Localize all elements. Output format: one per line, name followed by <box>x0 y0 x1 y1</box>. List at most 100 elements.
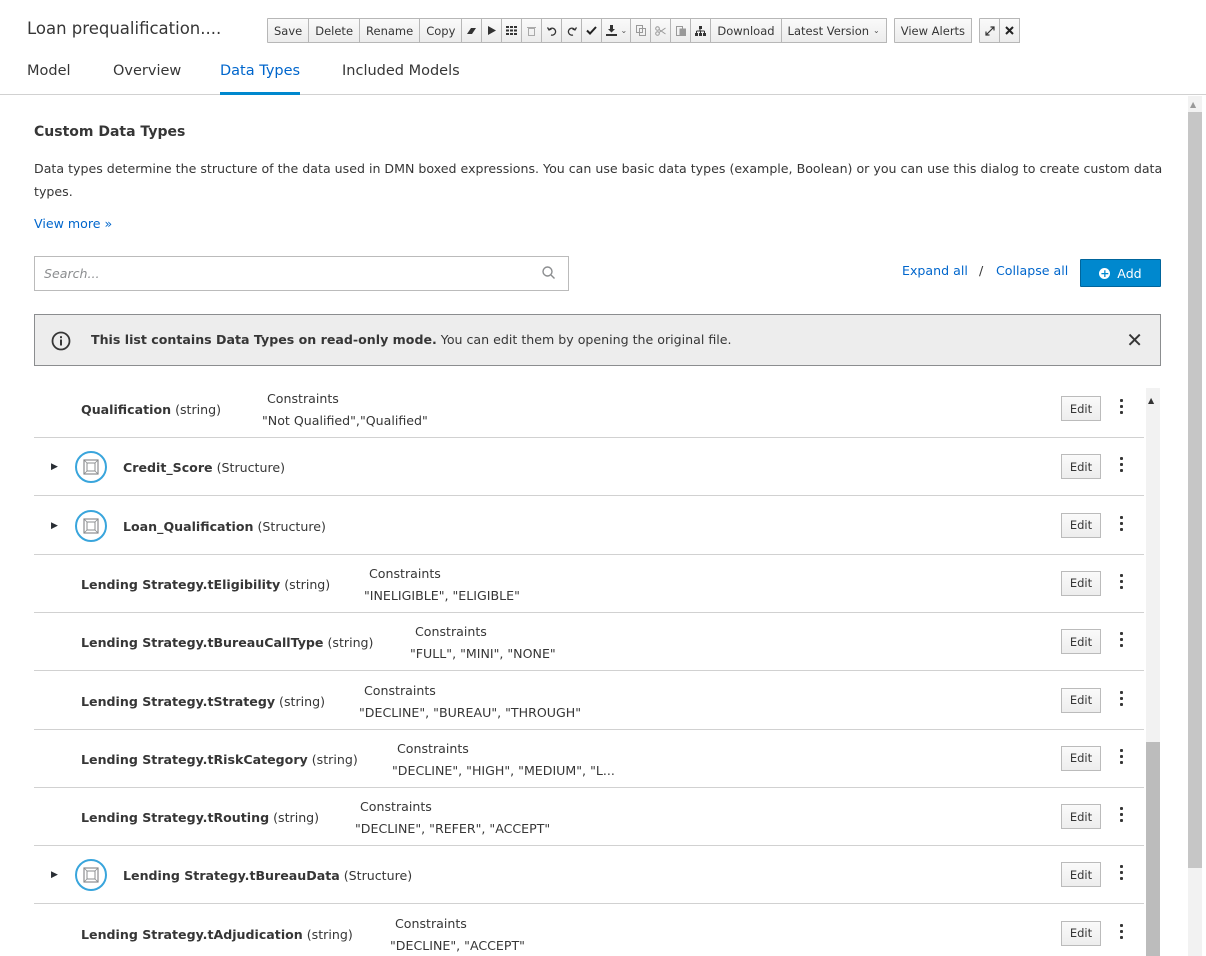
edit-button[interactable]: Edit <box>1061 629 1101 655</box>
data-type-kind: (string) <box>302 926 353 942</box>
edit-button[interactable]: Edit <box>1061 687 1101 713</box>
edit-button[interactable]: Edit <box>1061 804 1101 830</box>
editor-titlebar: Loan prequalification.... Save Delete Re… <box>0 0 1206 58</box>
tab-data-types[interactable]: Data Types <box>220 63 301 95</box>
constraints-label: Constraints <box>364 682 436 698</box>
data-type-kind: (Structure) <box>253 518 326 534</box>
kebab-menu-icon[interactable] <box>1117 923 1125 942</box>
edit-button[interactable]: Edit <box>1061 920 1101 946</box>
edit-button[interactable]: Edit <box>1061 454 1101 480</box>
rename-button[interactable]: Rename <box>359 18 421 43</box>
constraints-value: "INELIGIBLE", "ELIGIBLE" <box>364 587 520 603</box>
kebab-menu-icon[interactable] <box>1117 748 1125 767</box>
data-type-label: Credit_Score <box>123 460 213 476</box>
delete-button[interactable]: Delete <box>308 18 361 43</box>
section-heading: Custom Data Types <box>34 124 186 140</box>
constraints-block: Constraints "DECLINE", "REFER", "ACCEPT" <box>355 796 550 840</box>
constraints-block: Constraints "INELIGIBLE", "ELIGIBLE" <box>364 563 520 607</box>
data-type-name: Lending Strategy.tEligibility (string) <box>81 577 330 592</box>
import-icon[interactable]: ⌄ <box>601 18 632 43</box>
data-type-kind: (string) <box>323 635 374 651</box>
constraints-value: "DECLINE", "REFER", "ACCEPT" <box>355 821 551 837</box>
edit-button[interactable]: Edit <box>1061 396 1101 421</box>
file-button-group: Save Delete Rename Copy ⌄ Download Lates… <box>267 18 887 43</box>
add-label: Add <box>1117 265 1142 281</box>
editor-tabs: Model Overview Data Types Included Model… <box>0 58 1206 95</box>
page-scrollbar-thumb[interactable] <box>1188 112 1202 868</box>
edit-button[interactable]: Edit <box>1061 862 1101 888</box>
alert-close-icon[interactable]: ✕ <box>1126 328 1143 352</box>
add-button[interactable]: + Add <box>1080 259 1161 287</box>
data-type-row: ▶ Loan_Qualification (Structure) Edit <box>34 497 1144 555</box>
data-type-name: Lending Strategy.tBureauData (Structure) <box>123 868 412 883</box>
kebab-menu-icon[interactable] <box>1117 865 1125 883</box>
data-type-label: Lending Strategy.tBureauCallType <box>81 635 324 651</box>
constraints-label: Constraints <box>360 799 432 815</box>
data-type-label: Lending Strategy.tAdjudication <box>81 926 303 942</box>
copy-button[interactable]: Copy <box>419 18 463 43</box>
tab-model[interactable]: Model <box>27 63 71 95</box>
data-type-name: Lending Strategy.tRiskCategory (string) <box>81 752 358 767</box>
constraints-value: "Not Qualified","Qualified" <box>262 413 428 428</box>
play-icon[interactable] <box>481 18 503 43</box>
tab-included-models[interactable]: Included Models <box>342 63 460 95</box>
latest-version-dropdown[interactable]: Latest Version ⌄ <box>780 18 887 43</box>
expand-row-icon[interactable]: ▶ <box>51 462 58 472</box>
expand-all-link[interactable]: Expand all <box>902 263 968 278</box>
model-title: Loan prequalification.... <box>27 19 222 38</box>
search-input[interactable] <box>34 256 569 291</box>
edit-button[interactable]: Edit <box>1061 745 1101 771</box>
kebab-menu-icon[interactable] <box>1117 399 1125 417</box>
data-type-row: Lending Strategy.tBureauCallType (string… <box>34 613 1144 672</box>
info-icon <box>51 331 71 351</box>
view-more-link[interactable]: View more » <box>34 216 112 231</box>
trash-icon[interactable] <box>521 18 543 43</box>
constraints-block: Constraints "FULL", "MINI", "NONE" <box>410 621 556 665</box>
save-button[interactable]: Save <box>267 18 310 43</box>
kebab-menu-icon[interactable] <box>1117 573 1125 592</box>
kebab-menu-icon[interactable] <box>1117 457 1125 475</box>
expand-row-icon[interactable]: ▶ <box>51 521 58 531</box>
constraints-block: Constraints "Not Qualified","Qualified" <box>262 388 428 432</box>
edit-button[interactable]: Edit <box>1061 512 1101 538</box>
hierarchy-icon[interactable] <box>690 18 712 43</box>
data-type-row: Lending Strategy.tStrategy (string) Const… <box>34 672 1144 730</box>
data-type-label: Lending Strategy.tBureauData <box>123 868 340 884</box>
view-alerts-button[interactable]: View Alerts <box>893 18 973 43</box>
download-button[interactable]: Download <box>710 18 782 43</box>
data-type-row: Lending Strategy.tRouting (string) Constr… <box>34 788 1144 847</box>
constraints-label: Constraints <box>395 915 467 931</box>
redo-icon[interactable] <box>561 18 583 43</box>
data-type-label: Qualification <box>81 402 172 417</box>
page-scroll-up-icon[interactable]: ▲ <box>1190 100 1196 109</box>
edit-button[interactable]: Edit <box>1061 570 1101 596</box>
data-type-name: Lending Strategy.tBureauCallType (string… <box>81 635 373 650</box>
kebab-menu-icon[interactable] <box>1117 807 1125 825</box>
collapse-all-link[interactable]: Collapse all <box>996 263 1068 278</box>
constraints-block: Constraints "DECLINE", "HIGH", "MEDIUM", … <box>392 738 615 782</box>
expand-icon[interactable] <box>979 18 1001 43</box>
tab-overview[interactable]: Overview <box>113 63 181 95</box>
alert-bold-text: This list contains Data Types on read-on… <box>91 332 437 347</box>
data-type-kind: (string) <box>275 693 326 709</box>
undo-icon[interactable] <box>541 18 563 43</box>
list-scrollbar-thumb[interactable] <box>1146 742 1160 956</box>
check-icon[interactable] <box>581 18 603 43</box>
close-icon[interactable] <box>999 18 1021 43</box>
kebab-menu-icon[interactable] <box>1117 690 1125 709</box>
section-description: Data types determine the structure of th… <box>34 161 1163 199</box>
copy-icon[interactable] <box>630 18 652 43</box>
expand-row-icon[interactable]: ▶ <box>51 870 58 880</box>
kebab-menu-icon[interactable] <box>1117 632 1125 650</box>
paste-icon[interactable] <box>670 18 692 43</box>
data-type-label: Loan_Qualification <box>123 518 254 534</box>
data-type-label: Lending Strategy.tRouting <box>81 810 270 826</box>
structure-icon <box>75 509 107 542</box>
cut-icon[interactable] <box>650 18 672 43</box>
data-type-row: ▶ Credit_Score (Structure) Edit <box>34 438 1144 497</box>
grid-icon[interactable] <box>501 18 523 43</box>
eraser-icon[interactable] <box>461 18 483 43</box>
alert-text: You can edit them by opening the origina… <box>436 332 732 347</box>
list-scroll-up-icon[interactable]: ▲ <box>1148 396 1154 405</box>
kebab-menu-icon[interactable] <box>1117 515 1125 534</box>
